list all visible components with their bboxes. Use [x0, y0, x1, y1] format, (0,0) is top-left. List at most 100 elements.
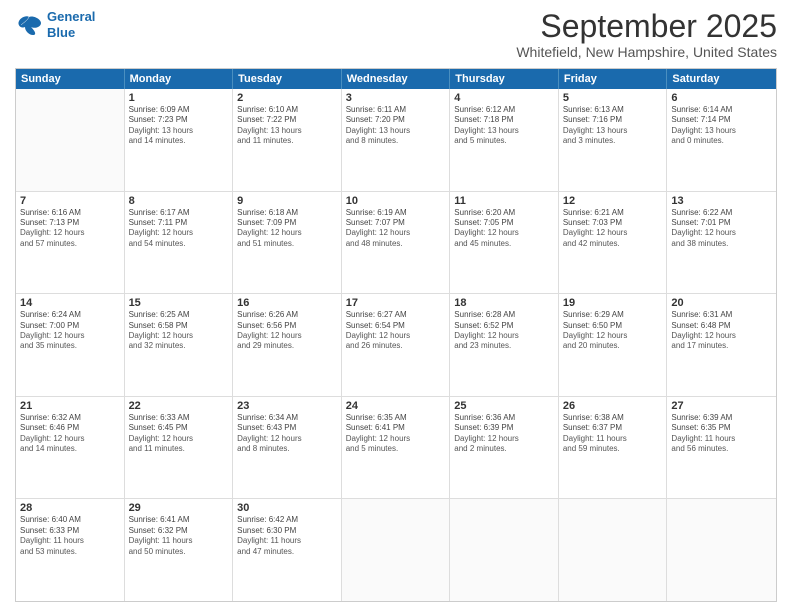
- calendar-cell: [450, 499, 559, 601]
- daylight-text2: and 5 minutes.: [346, 444, 446, 454]
- daylight-text2: and 50 minutes.: [129, 547, 229, 557]
- sunset-text: Sunset: 6:33 PM: [20, 526, 120, 536]
- calendar-cell: 13Sunrise: 6:22 AMSunset: 7:01 PMDayligh…: [667, 192, 776, 294]
- sunrise-text: Sunrise: 6:21 AM: [563, 208, 663, 218]
- calendar-cell: 18Sunrise: 6:28 AMSunset: 6:52 PMDayligh…: [450, 294, 559, 396]
- sunrise-text: Sunrise: 6:09 AM: [129, 105, 229, 115]
- sunrise-text: Sunrise: 6:10 AM: [237, 105, 337, 115]
- day-number: 11: [454, 195, 554, 207]
- sunset-text: Sunset: 7:18 PM: [454, 115, 554, 125]
- sunset-text: Sunset: 6:35 PM: [671, 423, 772, 433]
- calendar-cell: 25Sunrise: 6:36 AMSunset: 6:39 PMDayligh…: [450, 397, 559, 499]
- sunrise-text: Sunrise: 6:13 AM: [563, 105, 663, 115]
- daylight-text: Daylight: 12 hours: [346, 331, 446, 341]
- calendar-row-0: 1Sunrise: 6:09 AMSunset: 7:23 PMDaylight…: [16, 89, 776, 191]
- daylight-text2: and 5 minutes.: [454, 136, 554, 146]
- calendar-cell: [16, 89, 125, 191]
- daylight-text2: and 32 minutes.: [129, 341, 229, 351]
- sunrise-text: Sunrise: 6:24 AM: [20, 310, 120, 320]
- sunset-text: Sunset: 7:03 PM: [563, 218, 663, 228]
- daylight-text: Daylight: 11 hours: [563, 434, 663, 444]
- sunset-text: Sunset: 7:00 PM: [20, 321, 120, 331]
- daylight-text: Daylight: 12 hours: [237, 331, 337, 341]
- day-number: 3: [346, 92, 446, 104]
- day-number: 17: [346, 297, 446, 309]
- daylight-text: Daylight: 13 hours: [454, 126, 554, 136]
- header-cell-sunday: Sunday: [16, 69, 125, 89]
- daylight-text2: and 42 minutes.: [563, 239, 663, 249]
- daylight-text2: and 48 minutes.: [346, 239, 446, 249]
- calendar-cell: [559, 499, 668, 601]
- sunset-text: Sunset: 6:50 PM: [563, 321, 663, 331]
- day-number: 7: [20, 195, 120, 207]
- calendar-cell: 23Sunrise: 6:34 AMSunset: 6:43 PMDayligh…: [233, 397, 342, 499]
- day-number: 24: [346, 400, 446, 412]
- sunset-text: Sunset: 7:22 PM: [237, 115, 337, 125]
- calendar-cell: 21Sunrise: 6:32 AMSunset: 6:46 PMDayligh…: [16, 397, 125, 499]
- calendar-cell: 14Sunrise: 6:24 AMSunset: 7:00 PMDayligh…: [16, 294, 125, 396]
- sunrise-text: Sunrise: 6:35 AM: [346, 413, 446, 423]
- sunset-text: Sunset: 6:32 PM: [129, 526, 229, 536]
- calendar-row-3: 21Sunrise: 6:32 AMSunset: 6:46 PMDayligh…: [16, 396, 776, 499]
- daylight-text: Daylight: 12 hours: [237, 228, 337, 238]
- sunset-text: Sunset: 6:58 PM: [129, 321, 229, 331]
- sunrise-text: Sunrise: 6:22 AM: [671, 208, 772, 218]
- daylight-text2: and 8 minutes.: [346, 136, 446, 146]
- calendar-cell: 6Sunrise: 6:14 AMSunset: 7:14 PMDaylight…: [667, 89, 776, 191]
- day-number: 12: [563, 195, 663, 207]
- daylight-text2: and 53 minutes.: [20, 547, 120, 557]
- daylight-text2: and 57 minutes.: [20, 239, 120, 249]
- sunset-text: Sunset: 6:43 PM: [237, 423, 337, 433]
- sunrise-text: Sunrise: 6:32 AM: [20, 413, 120, 423]
- sunrise-text: Sunrise: 6:42 AM: [237, 515, 337, 525]
- calendar-cell: 9Sunrise: 6:18 AMSunset: 7:09 PMDaylight…: [233, 192, 342, 294]
- calendar-cell: 7Sunrise: 6:16 AMSunset: 7:13 PMDaylight…: [16, 192, 125, 294]
- sunset-text: Sunset: 7:13 PM: [20, 218, 120, 228]
- calendar-cell: 3Sunrise: 6:11 AMSunset: 7:20 PMDaylight…: [342, 89, 451, 191]
- daylight-text2: and 14 minutes.: [20, 444, 120, 454]
- daylight-text2: and 29 minutes.: [237, 341, 337, 351]
- calendar-cell: 17Sunrise: 6:27 AMSunset: 6:54 PMDayligh…: [342, 294, 451, 396]
- daylight-text: Daylight: 12 hours: [20, 331, 120, 341]
- sunset-text: Sunset: 7:14 PM: [671, 115, 772, 125]
- daylight-text2: and 26 minutes.: [346, 341, 446, 351]
- logo: General Blue: [15, 10, 95, 41]
- sunset-text: Sunset: 6:56 PM: [237, 321, 337, 331]
- daylight-text: Daylight: 12 hours: [20, 434, 120, 444]
- day-number: 20: [671, 297, 772, 309]
- daylight-text: Daylight: 12 hours: [346, 434, 446, 444]
- header-cell-monday: Monday: [125, 69, 234, 89]
- sunrise-text: Sunrise: 6:38 AM: [563, 413, 663, 423]
- sunset-text: Sunset: 6:46 PM: [20, 423, 120, 433]
- day-number: 13: [671, 195, 772, 207]
- logo-text: General Blue: [47, 10, 95, 41]
- month-title: September 2025: [516, 10, 777, 42]
- calendar-body: 1Sunrise: 6:09 AMSunset: 7:23 PMDaylight…: [16, 89, 776, 601]
- daylight-text2: and 2 minutes.: [454, 444, 554, 454]
- daylight-text: Daylight: 11 hours: [129, 536, 229, 546]
- day-number: 19: [563, 297, 663, 309]
- daylight-text2: and 0 minutes.: [671, 136, 772, 146]
- day-number: 22: [129, 400, 229, 412]
- sunset-text: Sunset: 7:05 PM: [454, 218, 554, 228]
- calendar-row-4: 28Sunrise: 6:40 AMSunset: 6:33 PMDayligh…: [16, 498, 776, 601]
- daylight-text: Daylight: 12 hours: [237, 434, 337, 444]
- calendar-row-1: 7Sunrise: 6:16 AMSunset: 7:13 PMDaylight…: [16, 191, 776, 294]
- day-number: 9: [237, 195, 337, 207]
- daylight-text: Daylight: 12 hours: [671, 331, 772, 341]
- sunrise-text: Sunrise: 6:20 AM: [454, 208, 554, 218]
- daylight-text2: and 38 minutes.: [671, 239, 772, 249]
- header-cell-thursday: Thursday: [450, 69, 559, 89]
- sunset-text: Sunset: 7:01 PM: [671, 218, 772, 228]
- logo-blue: Blue: [47, 25, 75, 40]
- calendar-row-2: 14Sunrise: 6:24 AMSunset: 7:00 PMDayligh…: [16, 293, 776, 396]
- sunrise-text: Sunrise: 6:27 AM: [346, 310, 446, 320]
- daylight-text2: and 11 minutes.: [129, 444, 229, 454]
- daylight-text: Daylight: 12 hours: [454, 434, 554, 444]
- day-number: 25: [454, 400, 554, 412]
- calendar-cell: 2Sunrise: 6:10 AMSunset: 7:22 PMDaylight…: [233, 89, 342, 191]
- sunset-text: Sunset: 6:37 PM: [563, 423, 663, 433]
- daylight-text: Daylight: 13 hours: [129, 126, 229, 136]
- daylight-text: Daylight: 12 hours: [129, 228, 229, 238]
- daylight-text2: and 54 minutes.: [129, 239, 229, 249]
